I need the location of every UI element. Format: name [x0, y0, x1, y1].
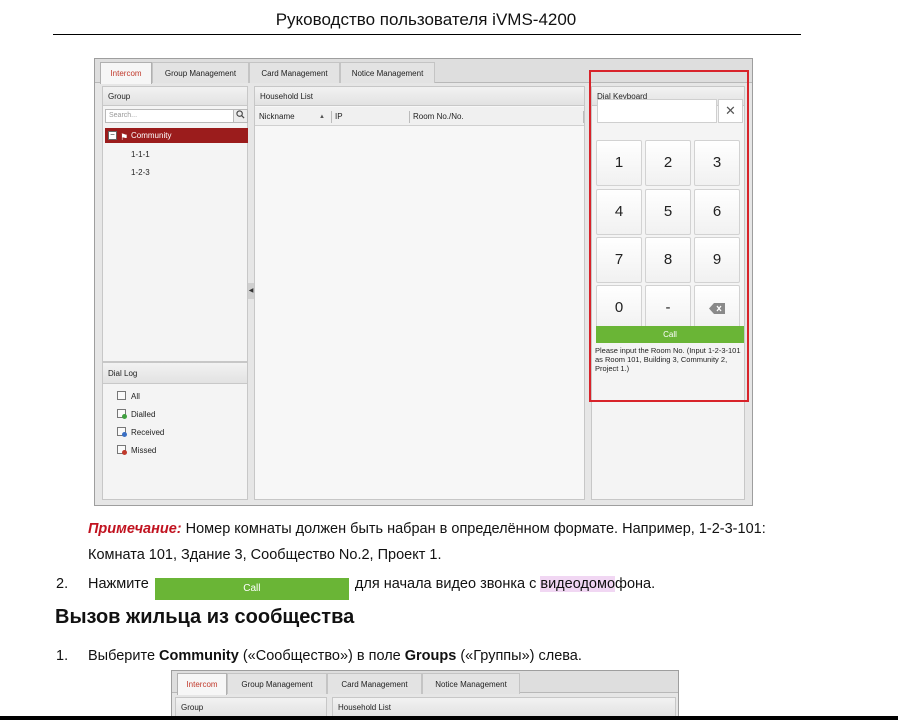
key-4[interactable]: 4 [596, 189, 642, 235]
group-panel-title: Group [103, 87, 247, 106]
search-placeholder: Search... [109, 112, 138, 119]
group-search-input[interactable]: Search... [105, 109, 248, 123]
key-8[interactable]: 8 [645, 237, 691, 283]
tab-card-management[interactable]: Card Management [249, 62, 340, 83]
tab-group-management[interactable]: Group Management [152, 62, 249, 83]
tab-notice-management[interactable]: Notice Management [340, 62, 435, 83]
log-item-label: All [131, 392, 140, 401]
key-5[interactable]: 5 [645, 189, 691, 235]
dial-hint-text: Please input the Room No. (Input 1-2-3-1… [595, 346, 741, 373]
tree-item-community[interactable]: − ⚑ Community [105, 128, 248, 143]
highlighted-text: видеодомо [540, 576, 616, 592]
note-text: Номер комнаты должен быть набран в опред… [88, 521, 766, 563]
step-2-after: для начала видео звонка с [354, 576, 541, 592]
incoming-call-icon [117, 427, 127, 437]
tree-item-1-1-1[interactable]: 1-1-1 [131, 150, 150, 159]
section-heading: Вызов жильца из сообщества [55, 606, 355, 628]
column-room-no[interactable]: Room No./No. [413, 109, 464, 125]
key-0[interactable]: 0 [596, 285, 642, 331]
backspace-icon[interactable] [694, 285, 740, 331]
step-1-groups: Groups [404, 648, 457, 664]
household-list-title: Household List [255, 87, 584, 106]
dial-log-panel: Dial Log All Dialled Received Missed [102, 362, 248, 500]
group-panel: Group Search... − ⚑ Community 1-1-1 1-2-… [102, 86, 248, 362]
log-item-label: Received [131, 428, 165, 437]
key-dash[interactable]: - [645, 285, 691, 331]
note-paragraph: Примечание: Номер комнаты должен быть на… [88, 516, 788, 568]
step-1-e: («Группы») слева. [456, 648, 582, 664]
intercom-screenshot-2: Intercom Group Management Card Managemen… [171, 670, 679, 720]
log-item-received[interactable]: Received [117, 427, 164, 437]
tab-intercom[interactable]: Intercom [100, 62, 152, 84]
step-2-before: Нажмите [88, 576, 149, 592]
household-list-title-2: Household List [333, 698, 675, 717]
key-7[interactable]: 7 [596, 237, 642, 283]
header-rule [53, 34, 801, 35]
dial-keyboard-highlight: ✕ 1 2 3 4 5 6 7 8 9 0 - Call Please inpu… [589, 70, 749, 402]
key-6[interactable]: 6 [694, 189, 740, 235]
list-icon [117, 391, 126, 400]
room-number-input[interactable] [597, 99, 717, 123]
clear-icon[interactable]: ✕ [718, 99, 743, 123]
tree-item-community-label: Community [131, 131, 172, 140]
key-9[interactable]: 9 [694, 237, 740, 283]
column-divider [331, 111, 332, 123]
bottom-rule [0, 716, 898, 720]
dial-log-title: Dial Log [103, 363, 247, 384]
step-1-text: Выберите Community («Сообщество») в поле… [88, 648, 582, 664]
column-ip[interactable]: IP [335, 109, 343, 125]
step-2-end: фона. [615, 576, 656, 592]
log-item-dialled[interactable]: Dialled [117, 409, 155, 419]
step-2-number: 2. [56, 576, 69, 592]
log-item-label: Dialled [131, 410, 156, 419]
bell-icon: ⚑ [120, 132, 129, 142]
tree-item-1-2-3[interactable]: 1-2-3 [131, 168, 150, 177]
key-2[interactable]: 2 [645, 140, 691, 186]
log-item-missed[interactable]: Missed [117, 445, 156, 455]
inline-call-button: Call [154, 578, 349, 600]
group-panel-title-2: Group [176, 698, 326, 717]
column-divider [583, 111, 584, 123]
step-2-text: Нажмите Call для начала видео звонка с в… [88, 576, 655, 600]
outgoing-call-icon [117, 409, 127, 419]
tab-intercom-2[interactable]: Intercom [177, 673, 227, 695]
step-1-community: Community [159, 648, 239, 664]
household-list-panel: Household List Nickname ▲ IP Room No./No… [254, 86, 585, 500]
step-1-c: («Сообщество») в поле [238, 648, 405, 664]
call-button[interactable]: Call [596, 326, 744, 343]
document-header: Руководство пользователя iVMS-4200 [275, 10, 577, 29]
sort-asc-icon[interactable]: ▲ [319, 109, 325, 125]
key-1[interactable]: 1 [596, 140, 642, 186]
tab-card-management-2[interactable]: Card Management [327, 673, 422, 694]
tab-group-management-2[interactable]: Group Management [227, 673, 327, 694]
step-1-number: 1. [56, 648, 69, 664]
step-1-a: Выберите [88, 648, 160, 664]
log-item-label: Missed [131, 446, 157, 455]
intercom-screenshot: Intercom Group Management Card Managemen… [94, 58, 753, 506]
tab-notice-management-2[interactable]: Notice Management [422, 673, 520, 694]
key-3[interactable]: 3 [694, 140, 740, 186]
log-item-all[interactable]: All [117, 391, 140, 401]
note-label: Примечание: [88, 521, 182, 537]
missed-call-icon [117, 445, 127, 455]
column-nickname[interactable]: Nickname [259, 109, 295, 125]
magnifier-icon[interactable] [233, 110, 247, 122]
tab-bar-2: Intercom Group Management Card Managemen… [172, 671, 678, 695]
column-divider [409, 111, 410, 123]
collapse-icon[interactable]: − [108, 131, 117, 140]
